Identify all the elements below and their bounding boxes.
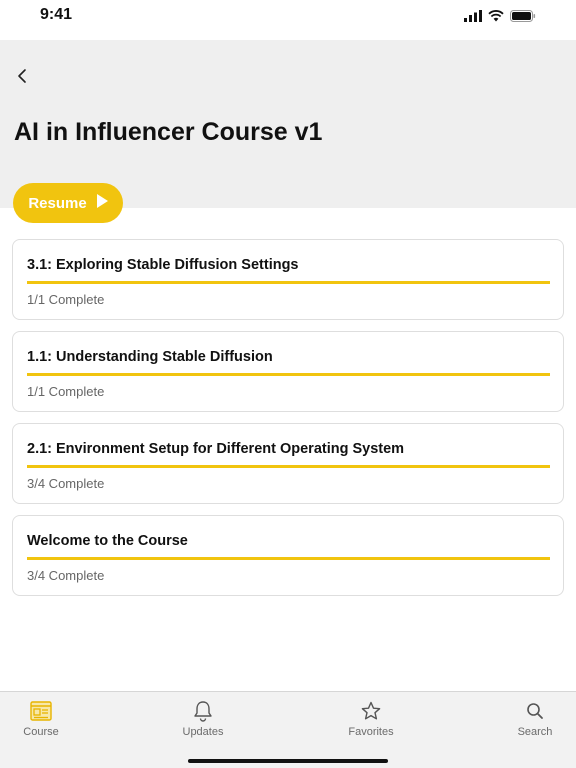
lesson-list: 3.1: Exploring Stable Diffusion Settings…: [12, 239, 564, 607]
lesson-card[interactable]: 3.1: Exploring Stable Diffusion Settings…: [12, 239, 564, 320]
course-icon: [30, 700, 52, 722]
lesson-progress-fill: [27, 557, 550, 560]
star-icon: [361, 700, 381, 722]
battery-icon: [510, 9, 536, 27]
lesson-progress-bar: [27, 281, 550, 284]
lesson-status: 1/1 Complete: [27, 292, 105, 307]
tab-favorites[interactable]: Favorites: [326, 692, 416, 748]
lesson-progress-fill: [27, 465, 550, 468]
resume-button[interactable]: Resume: [13, 183, 123, 223]
status-bar: 9:41: [0, 0, 576, 40]
tab-favorites-label: Favorites: [348, 726, 394, 738]
play-icon: [96, 194, 108, 212]
tab-updates[interactable]: Updates: [158, 692, 248, 748]
lesson-progress-fill: [27, 281, 550, 284]
tab-search-label: Search: [517, 726, 553, 738]
status-time: 9:41: [40, 6, 73, 23]
home-indicator: [188, 759, 388, 763]
lesson-title: 2.1: Environment Setup for Different Ope…: [27, 441, 405, 457]
lesson-progress-bar: [27, 557, 550, 560]
tab-course[interactable]: Course: [0, 692, 86, 748]
search-icon: [525, 700, 545, 722]
lesson-status: 3/4 Complete: [27, 476, 105, 491]
chevron-left-icon: [17, 68, 27, 89]
tab-course-label: Course: [23, 726, 59, 738]
lesson-status: 1/1 Complete: [27, 384, 105, 399]
lesson-title: 1.1: Understanding Stable Diffusion: [27, 349, 273, 365]
lesson-card[interactable]: 1.1: Understanding Stable Diffusion 1/1 …: [12, 331, 564, 412]
lesson-title: 3.1: Exploring Stable Diffusion Settings: [27, 257, 299, 273]
tab-search[interactable]: Search: [490, 692, 576, 748]
page-title: AI in Influencer Course v1: [14, 118, 323, 146]
lesson-progress-bar: [27, 373, 550, 376]
lesson-title: Welcome to the Course: [27, 533, 188, 549]
wifi-icon: [488, 9, 504, 27]
lesson-progress-fill: [27, 373, 550, 376]
tab-updates-label: Updates: [182, 726, 224, 738]
lesson-progress-bar: [27, 465, 550, 468]
tab-bar: Course Updates Favorites Search: [0, 691, 576, 768]
lesson-card[interactable]: 2.1: Environment Setup for Different Ope…: [12, 423, 564, 504]
signal-icon: [464, 9, 482, 27]
resume-button-label: Resume: [28, 194, 87, 212]
lesson-status: 3/4 Complete: [27, 568, 105, 583]
status-icons: [464, 9, 536, 27]
bell-icon: [193, 700, 213, 722]
lesson-card[interactable]: Welcome to the Course 3/4 Complete: [12, 515, 564, 596]
back-button[interactable]: [10, 68, 34, 88]
